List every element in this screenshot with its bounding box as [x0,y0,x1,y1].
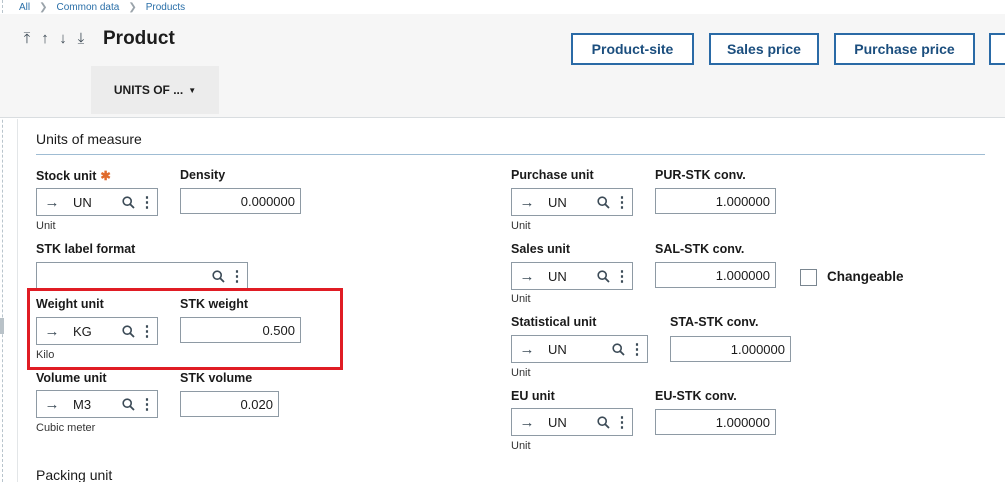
sales-unit-label: Sales unit [511,242,571,256]
stock-unit-label: Stock unit ✱ [36,169,111,183]
caret-down-icon: ▼ [188,85,197,95]
changeable-label: Changeable [827,269,904,284]
sal-stk-conv-input[interactable]: 1.000000 [655,262,776,288]
section-title: Units of measure [36,131,142,147]
statistical-unit-field[interactable]: → UN ⋮ [511,335,648,363]
record-navigation: ⤒ ↑ ↓ ⤓ [20,30,88,47]
more-vertical-icon[interactable]: ⋮ [137,324,157,339]
purchase-unit-label: Purchase unit [511,168,594,182]
packing-unit-section-title: Packing unit [36,467,113,482]
side-panel-handle[interactable] [0,318,4,334]
statistical-unit-description: Unit [511,367,531,379]
more-vertical-icon[interactable]: ⋮ [627,342,647,357]
sta-stk-conv-input[interactable]: 1.000000 [670,336,791,362]
first-record-icon[interactable]: ⤒ [20,30,34,47]
eu-stk-conv-label: EU-STK conv. [655,389,737,403]
eu-unit-field[interactable]: → UN ⋮ [511,408,633,436]
search-icon[interactable] [209,269,227,283]
page-title: Product [103,28,175,49]
tab-label: UNITS OF ... [113,83,184,97]
search-icon[interactable] [594,195,612,209]
changeable-checkbox[interactable] [800,269,817,286]
arrow-right-icon[interactable]: → [512,414,542,431]
purchase-unit-field[interactable]: → UN ⋮ [511,188,633,216]
eu-unit-label: EU unit [511,389,555,403]
breadcrumb-all[interactable]: All [19,2,30,13]
sales-unit-description: Unit [511,293,531,305]
stk-weight-label: STK weight [180,297,249,311]
pur-stk-conv-label: PUR-STK conv. [655,168,746,182]
pur-stk-conv-input[interactable]: 1.000000 [655,188,776,214]
arrow-right-icon[interactable]: → [37,194,67,211]
more-vertical-icon[interactable]: ⋮ [612,415,632,430]
purchase-price-button[interactable]: Purchase price [834,33,975,65]
search-icon[interactable] [119,397,137,411]
search-icon[interactable] [609,342,627,356]
arrow-right-icon[interactable]: → [512,341,542,358]
stk-volume-input[interactable]: 0.020 [180,391,279,417]
arrow-right-icon[interactable]: → [512,268,542,285]
purchase-unit-description: Unit [511,220,531,232]
more-vertical-icon[interactable]: ⋮ [612,195,632,210]
stk-volume-label: STK volume [180,371,253,385]
product-site-button[interactable]: Product-site [571,33,694,65]
chevron-right-icon: ❯ [39,1,48,13]
arrow-right-icon[interactable]: → [37,396,67,413]
stk-weight-input[interactable]: 0.500 [180,317,301,343]
volume-unit-label: Volume unit [36,371,107,385]
breadcrumb: All ❯ Common data ❯ Products [19,0,185,14]
density-input[interactable]: 0.000000 [180,188,301,214]
stk-label-format-field[interactable]: ⋮ [36,262,248,290]
section-divider [36,154,985,155]
statistical-unit-label: Statistical unit [511,315,597,329]
sta-stk-conv-label: STA-STK conv. [670,315,759,329]
search-icon[interactable] [119,195,137,209]
tab-units-of-measure[interactable]: UNITS OF ... ▼ [91,66,219,114]
more-actions-button[interactable] [989,33,1005,65]
search-icon[interactable] [119,324,137,338]
sales-price-button[interactable]: Sales price [709,33,819,65]
more-vertical-icon[interactable]: ⋮ [137,397,157,412]
more-vertical-icon[interactable]: ⋮ [612,269,632,284]
arrow-right-icon[interactable]: → [512,194,542,211]
volume-unit-description: Cubic meter [36,422,96,434]
search-icon[interactable] [594,415,612,429]
page-header: ⤒ ↑ ↓ ⤓ Product Product-site Sales price… [0,14,1005,118]
sales-unit-field[interactable]: → UN ⋮ [511,262,633,290]
last-record-icon[interactable]: ⤓ [74,30,88,47]
weight-unit-description: Kilo [36,349,55,361]
eu-unit-description: Unit [511,440,531,452]
more-vertical-icon[interactable]: ⋮ [137,195,157,210]
breadcrumb-products[interactable]: Products [146,2,185,13]
density-label: Density [180,168,226,182]
breadcrumb-common-data[interactable]: Common data [57,2,120,13]
more-vertical-icon[interactable]: ⋮ [227,269,247,284]
arrow-right-icon[interactable]: → [37,323,67,340]
stock-unit-field[interactable]: → UN ⋮ [36,188,158,216]
previous-record-icon[interactable]: ↑ [38,30,52,47]
next-record-icon[interactable]: ↓ [56,30,70,47]
weight-unit-field[interactable]: → KG ⋮ [36,317,158,345]
weight-unit-label: Weight unit [36,297,104,311]
stock-unit-description: Unit [36,220,56,232]
stk-label-format-label: STK label format [36,242,136,256]
units-of-measure-section: Units of measure Stock unit ✱ → UN ⋮ Unit… [17,119,1005,482]
required-icon: ✱ [100,169,111,183]
search-icon[interactable] [594,269,612,283]
eu-stk-conv-input[interactable]: 1.000000 [655,409,776,435]
chevron-right-icon: ❯ [128,1,137,13]
volume-unit-field[interactable]: → M3 ⋮ [36,390,158,418]
sal-stk-conv-label: SAL-STK conv. [655,242,745,256]
